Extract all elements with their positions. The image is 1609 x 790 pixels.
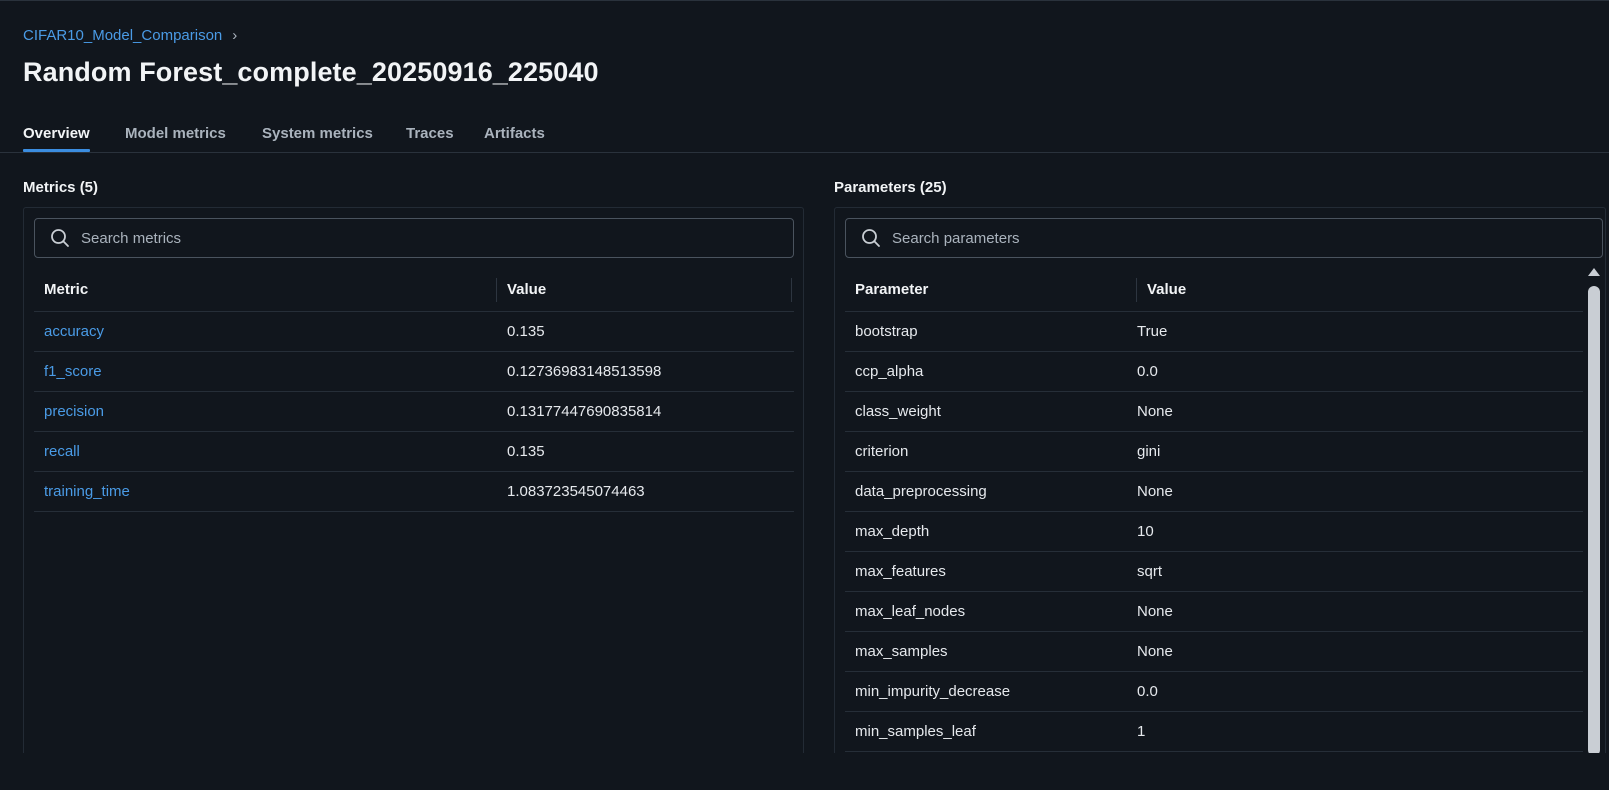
tab-model-metrics[interactable]: Model metrics [125, 125, 226, 142]
parameter-value: None [1137, 603, 1173, 620]
scrollbar-thumb[interactable] [1588, 286, 1600, 753]
chevron-right-icon: › [232, 27, 238, 44]
parameter-value: None [1137, 403, 1173, 420]
parameter-value: 0.0 [1137, 363, 1158, 380]
table-row: min_impurity_decrease 0.0 [845, 672, 1583, 712]
value-column-header[interactable]: Value [1147, 281, 1186, 298]
table-row: accuracy 0.135 [34, 312, 794, 352]
parameter-value: None [1137, 483, 1173, 500]
parameter-value: 0.0 [1137, 683, 1158, 700]
metric-value: 1.083723545074463 [507, 483, 645, 500]
parameters-table: Parameter Value bootstrap True ccp_alpha… [845, 268, 1583, 752]
parameter-name: data_preprocessing [855, 483, 987, 500]
parameters-search-box[interactable] [845, 218, 1603, 258]
parameter-name: max_features [855, 563, 946, 580]
parameter-column-header[interactable]: Parameter [855, 281, 928, 298]
parameters-search-input[interactable] [892, 229, 1492, 247]
table-row: bootstrap True [845, 312, 1583, 352]
page-title: Random Forest_complete_20250916_225040 [23, 57, 599, 87]
search-icon [49, 227, 71, 249]
parameter-name: class_weight [855, 403, 941, 420]
metric-name-link[interactable]: training_time [44, 483, 130, 500]
parameter-value: 1 [1137, 723, 1146, 740]
parameters-panel: Parameter Value bootstrap True ccp_alpha… [834, 207, 1606, 753]
table-row: training_time 1.083723545074463 [34, 472, 794, 512]
parameter-name: bootstrap [855, 323, 918, 340]
scroll-up-arrow-icon[interactable] [1588, 268, 1600, 276]
breadcrumb-experiment-link[interactable]: CIFAR10_Model_Comparison [23, 27, 222, 44]
column-resize-handle[interactable] [1136, 278, 1137, 302]
parameter-name: ccp_alpha [855, 363, 924, 380]
metrics-table-header: Metric Value [34, 268, 794, 312]
table-row: precision 0.13177447690835814 [34, 392, 794, 432]
metric-name-link[interactable]: recall [44, 443, 80, 460]
table-row: min_samples_leaf 1 [845, 712, 1583, 752]
metrics-search-box[interactable] [34, 218, 794, 258]
value-column-header[interactable]: Value [507, 281, 546, 298]
metric-name-link[interactable]: precision [44, 403, 104, 420]
metric-value: 0.135 [507, 443, 545, 460]
parameter-value: 10 [1137, 523, 1154, 540]
tab-system-metrics[interactable]: System metrics [262, 125, 373, 142]
metrics-panel: Metric Value accuracy 0.135 f1_score 0.1… [23, 207, 804, 753]
parameter-name: min_samples_leaf [855, 723, 976, 740]
column-resize-handle[interactable] [791, 278, 792, 302]
table-row: f1_score 0.12736983148513598 [34, 352, 794, 392]
tab-traces[interactable]: Traces [406, 125, 454, 142]
parameter-name: min_impurity_decrease [855, 683, 1011, 700]
tab-artifacts[interactable]: Artifacts [484, 125, 545, 142]
tab-bar: Overview Model metrics System metrics Tr… [0, 119, 1609, 153]
metrics-search-input[interactable] [81, 229, 681, 247]
tab-overview[interactable]: Overview [23, 125, 90, 152]
parameter-value: sqrt [1137, 563, 1163, 580]
parameter-name: max_samples [855, 643, 948, 660]
metric-value: 0.13177447690835814 [507, 403, 662, 420]
table-row: max_depth 10 [845, 512, 1583, 552]
column-resize-handle[interactable] [496, 278, 497, 302]
search-icon [860, 227, 882, 249]
parameter-name: max_depth [855, 523, 930, 540]
metric-name-link[interactable]: accuracy [44, 323, 104, 340]
parameters-table-header: Parameter Value [845, 268, 1583, 312]
table-row: max_samples None [845, 632, 1583, 672]
metric-name-link[interactable]: f1_score [44, 363, 102, 380]
parameter-value: True [1137, 323, 1168, 340]
page: CIFAR10_Model_Comparison › Random Forest… [0, 0, 1609, 790]
table-row: class_weight None [845, 392, 1583, 432]
parameter-value: None [1137, 643, 1173, 660]
metric-value: 0.135 [507, 323, 545, 340]
metric-value: 0.12736983148513598 [507, 363, 662, 380]
metric-column-header[interactable]: Metric [44, 281, 88, 298]
breadcrumb: CIFAR10_Model_Comparison › [23, 27, 237, 44]
table-row: ccp_alpha 0.0 [845, 352, 1583, 392]
table-row: recall 0.135 [34, 432, 794, 472]
parameters-scrollbar[interactable] [1587, 268, 1601, 753]
table-row: data_preprocessing None [845, 472, 1583, 512]
metrics-heading: Metrics (5) [23, 179, 99, 196]
metrics-table: Metric Value accuracy 0.135 f1_score 0.1… [34, 268, 794, 512]
parameter-name: max_leaf_nodes [855, 603, 966, 620]
table-row: max_features sqrt [845, 552, 1583, 592]
parameters-heading: Parameters (25) [834, 179, 947, 196]
table-row: criterion gini [845, 432, 1583, 472]
parameter-name: criterion [855, 443, 909, 460]
parameter-value: gini [1137, 443, 1161, 460]
table-row: max_leaf_nodes None [845, 592, 1583, 632]
